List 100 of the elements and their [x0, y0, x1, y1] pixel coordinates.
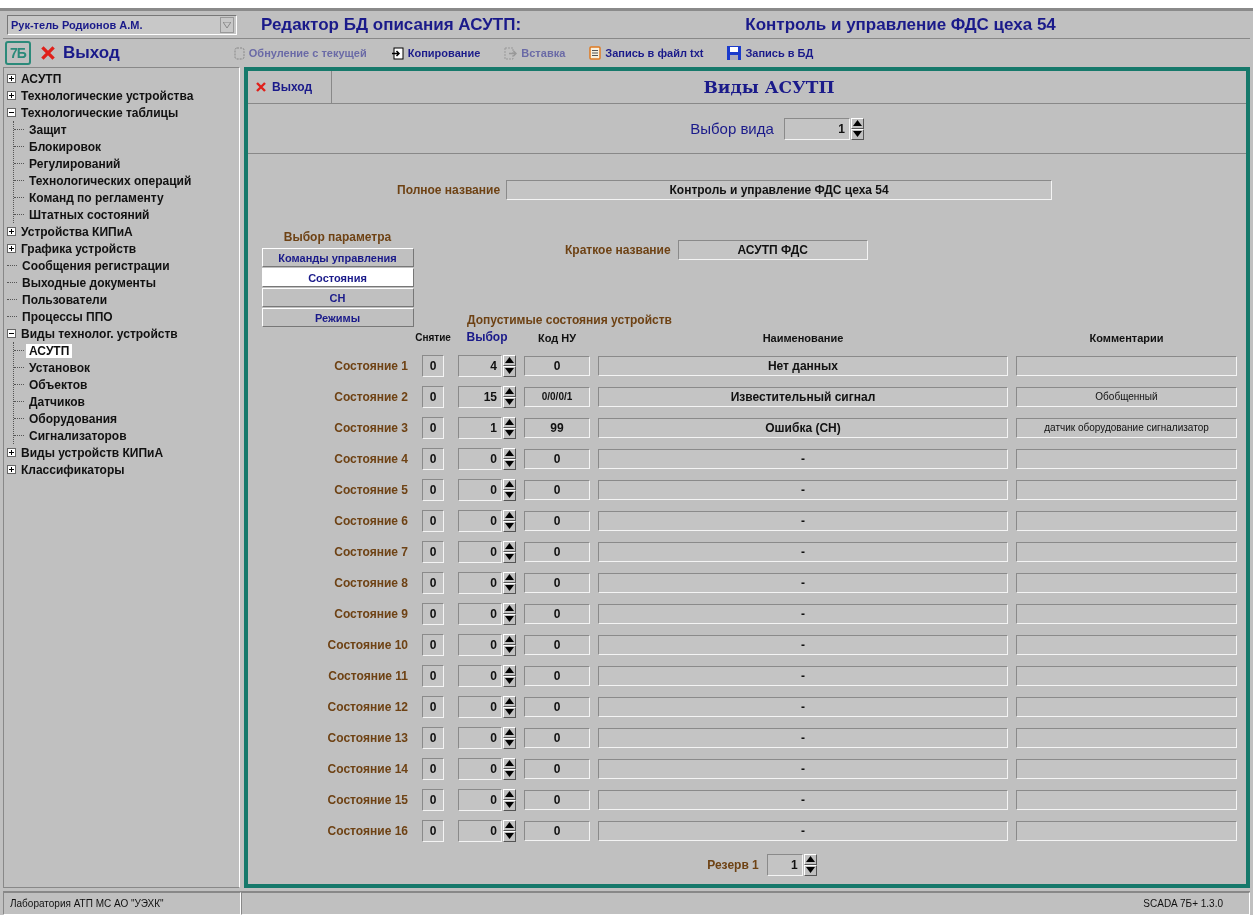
tree-item[interactable]: Классификаторы [18, 462, 128, 477]
number-field[interactable]: 0 [458, 819, 502, 842]
spin-up-button[interactable] [503, 819, 516, 831]
spin-up-button[interactable] [503, 571, 516, 583]
tree-item[interactable]: Блокировок [26, 139, 105, 154]
tree-item[interactable]: Объектов [26, 377, 91, 392]
parameter-tab[interactable]: Состояния [261, 268, 414, 287]
tree-item[interactable]: Установок [26, 360, 94, 375]
tree-item[interactable]: Штатных состояний [26, 207, 153, 222]
number-field[interactable]: 0 [458, 788, 502, 811]
comment-field[interactable] [1016, 727, 1237, 748]
tree-item[interactable]: Технологических операций [26, 173, 195, 188]
tree-item[interactable]: Графика устройств [18, 241, 140, 256]
comment-field[interactable] [1016, 479, 1237, 500]
code-field[interactable]: 0 [524, 665, 590, 686]
spin-up-button[interactable] [503, 540, 516, 552]
tree-item[interactable]: Выходные документы [19, 275, 159, 290]
toolbar-button[interactable]: Копирование [388, 46, 483, 60]
code-field[interactable]: 0 [524, 789, 590, 810]
removal-field[interactable]: 0 [422, 633, 444, 656]
name-field[interactable]: - [598, 789, 1008, 810]
tree-item[interactable]: Датчиков [26, 394, 88, 409]
removal-field[interactable]: 0 [422, 726, 444, 749]
number-field[interactable]: 0 [458, 633, 502, 656]
code-field[interactable]: 0 [524, 820, 590, 841]
toolbar-button[interactable]: Запись в файл txt [587, 46, 706, 60]
comment-field[interactable] [1016, 758, 1237, 779]
name-field[interactable]: - [598, 541, 1008, 562]
name-field[interactable]: - [598, 696, 1008, 717]
comment-field[interactable]: Обобщенный [1016, 386, 1237, 407]
toolbar-button[interactable]: Запись в БД [725, 46, 816, 60]
number-field[interactable]: 1 [783, 117, 850, 140]
spin-up-button[interactable] [503, 416, 516, 428]
comment-field[interactable]: датчик оборудование сигнализатор [1016, 417, 1237, 438]
spin-up-button[interactable] [503, 695, 516, 707]
name-field[interactable]: - [598, 603, 1008, 624]
tree-item[interactable]: Технологические устройства [18, 88, 197, 103]
number-field[interactable]: 0 [458, 447, 502, 470]
number-field[interactable]: 0 [458, 726, 502, 749]
comment-field[interactable] [1016, 696, 1237, 717]
spin-up-button[interactable] [503, 788, 516, 800]
removal-field[interactable]: 0 [422, 447, 444, 470]
spin-up-button[interactable] [503, 602, 516, 614]
number-field[interactable]: 0 [458, 478, 502, 501]
comment-field[interactable] [1016, 665, 1237, 686]
number-field[interactable]: 1 [458, 416, 502, 439]
tree-item[interactable]: Пользователи [19, 292, 111, 307]
code-field[interactable]: 0 [524, 634, 590, 655]
number-field[interactable]: 0 [458, 602, 502, 625]
comment-field[interactable] [1016, 572, 1237, 593]
name-field[interactable]: - [598, 758, 1008, 779]
number-field[interactable]: 0 [458, 509, 502, 532]
spin-up-button[interactable] [850, 117, 864, 129]
number-field[interactable]: 0 [458, 757, 502, 780]
removal-field[interactable]: 0 [422, 664, 444, 687]
comment-field[interactable] [1016, 448, 1237, 469]
name-field[interactable]: Ошибка (СН) [598, 417, 1008, 438]
spin-up-button[interactable] [503, 478, 516, 490]
name-field[interactable]: - [598, 634, 1008, 655]
name-field[interactable]: - [598, 820, 1008, 841]
code-field[interactable]: 0 [524, 727, 590, 748]
code-field[interactable]: 0 [524, 572, 590, 593]
spin-up-button[interactable] [503, 726, 516, 738]
spin-up-button[interactable] [503, 354, 516, 366]
name-field[interactable]: Нет данных [598, 355, 1008, 376]
number-field[interactable]: 1 [766, 853, 803, 876]
code-field[interactable]: 0 [524, 479, 590, 500]
expand-icon[interactable] [7, 227, 16, 236]
comment-field[interactable] [1016, 634, 1237, 655]
comment-field[interactable] [1016, 603, 1237, 624]
tree-item[interactable]: Регулирований [26, 156, 124, 171]
removal-field[interactable]: 0 [422, 478, 444, 501]
collapse-icon[interactable] [7, 329, 16, 338]
name-field[interactable]: - [598, 727, 1008, 748]
tree-item[interactable]: Виды технолог. устройств [18, 326, 181, 341]
comment-field[interactable] [1016, 789, 1237, 810]
removal-field[interactable]: 0 [422, 540, 444, 563]
tree-item[interactable]: Оборудования [26, 411, 121, 426]
tree-item[interactable]: Устройства КИПиА [18, 224, 136, 239]
exit-button[interactable]: Выход [37, 43, 124, 63]
code-field[interactable]: 0/0/0/1 [524, 386, 590, 407]
spin-up-button[interactable] [503, 509, 516, 521]
number-field[interactable]: 4 [458, 354, 502, 377]
comment-field[interactable] [1016, 541, 1237, 562]
tree-item[interactable]: Команд по регламенту [26, 190, 167, 205]
code-field[interactable]: 0 [524, 758, 590, 779]
code-field[interactable]: 0 [524, 448, 590, 469]
expand-icon[interactable] [7, 244, 16, 253]
tree-item[interactable]: Сигнализаторов [26, 428, 130, 443]
user-dropdown[interactable]: Рук-тель Родионов А.М. [7, 14, 237, 35]
removal-field[interactable]: 0 [422, 695, 444, 718]
code-field[interactable]: 0 [524, 510, 590, 531]
spin-down-button[interactable] [850, 128, 864, 140]
removal-field[interactable]: 0 [422, 354, 444, 377]
spin-up-button[interactable] [503, 664, 516, 676]
removal-field[interactable]: 0 [422, 509, 444, 532]
expand-icon[interactable] [7, 448, 16, 457]
removal-field[interactable]: 0 [422, 602, 444, 625]
removal-field[interactable]: 0 [422, 571, 444, 594]
number-field[interactable]: 15 [458, 385, 502, 408]
